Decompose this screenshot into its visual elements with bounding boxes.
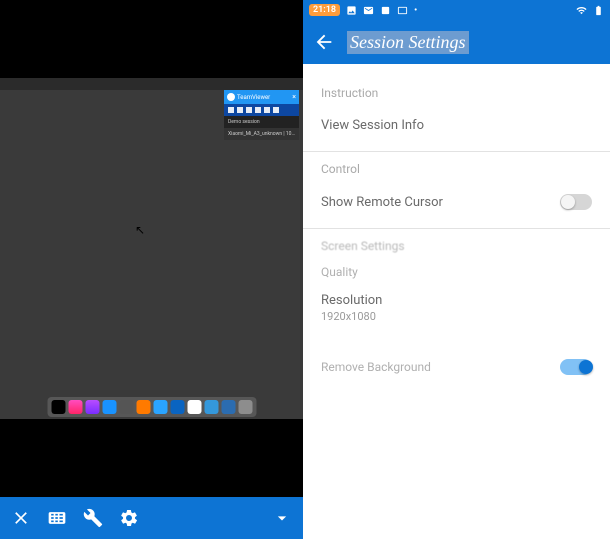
- dock-app-app-store[interactable]: [102, 400, 116, 414]
- divider: [303, 228, 610, 229]
- section-instruction: Instruction: [321, 86, 592, 100]
- mac-dock[interactable]: [47, 397, 256, 417]
- teamviewer-tab[interactable]: Xiaomi_Mi_A3_unknown | 10…: [224, 128, 299, 140]
- dock-app-apple-tv[interactable]: [51, 400, 65, 414]
- expand-button[interactable]: [271, 507, 293, 529]
- more-icon: •: [414, 5, 417, 16]
- show-remote-cursor-toggle[interactable]: [560, 194, 592, 210]
- cursor-icon: ↖: [135, 223, 145, 237]
- remove-background-toggle[interactable]: [560, 359, 592, 375]
- remove-background-row[interactable]: Remove Background: [321, 351, 592, 383]
- keyboard-icon: [47, 508, 67, 528]
- keyboard-button[interactable]: [46, 507, 68, 529]
- mail-icon: [363, 5, 374, 16]
- letterbox-bottom: [0, 419, 303, 497]
- remove-background-label: Remove Background: [321, 360, 431, 374]
- mac-menubar: [0, 78, 303, 90]
- dock-app-finder[interactable]: [153, 400, 167, 414]
- dock-app-trash[interactable]: [238, 400, 252, 414]
- window-icon: [397, 5, 408, 16]
- wifi-icon: [576, 5, 587, 16]
- settings-content: Instruction View Session Info Control Sh…: [303, 64, 610, 397]
- chevron-down-icon: [272, 508, 292, 528]
- wrench-icon: [83, 508, 103, 528]
- back-button[interactable]: [313, 31, 335, 53]
- dock-app-music[interactable]: [68, 400, 82, 414]
- teamviewer-toolbar[interactable]: [224, 104, 299, 116]
- app-icon: [380, 5, 391, 16]
- teamviewer-title: TeamViewer: [237, 94, 290, 101]
- dock-app-dropbox[interactable]: [221, 400, 235, 414]
- view-session-info-row[interactable]: View Session Info: [321, 110, 592, 141]
- section-screen-settings: Screen Settings: [321, 239, 592, 253]
- teamviewer-titlebar[interactable]: TeamViewer ×: [224, 90, 299, 104]
- gear-icon: [119, 508, 139, 528]
- show-remote-cursor-label: Show Remote Cursor: [321, 195, 443, 210]
- teamviewer-session-label: Demo session: [224, 116, 299, 128]
- page-title: Session Settings: [347, 31, 469, 54]
- settings-header: Session Settings: [303, 20, 610, 64]
- remote-desktop-view[interactable]: TeamViewer × Demo session Xiaomi_Mi_A3_u…: [0, 78, 303, 419]
- view-session-info-label: View Session Info: [321, 118, 424, 133]
- status-time: 21:18: [309, 4, 340, 16]
- show-remote-cursor-row[interactable]: Show Remote Cursor: [321, 186, 592, 218]
- resolution-value: 1920x1080: [321, 310, 592, 323]
- status-bar: 21:18 •: [303, 0, 610, 20]
- battery-icon: [593, 5, 604, 16]
- dock-app-podcasts[interactable]: [85, 400, 99, 414]
- teamviewer-logo-icon: [227, 93, 235, 101]
- letterbox-top: [0, 0, 303, 78]
- quality-label[interactable]: Quality: [321, 265, 592, 279]
- dock-app-document[interactable]: [187, 400, 201, 414]
- tools-button[interactable]: [82, 507, 104, 529]
- dock-app-teamviewer[interactable]: [170, 400, 184, 414]
- teamviewer-window[interactable]: TeamViewer × Demo session Xiaomi_Mi_A3_u…: [224, 90, 299, 140]
- image-icon: [346, 5, 357, 16]
- settings-panel: 21:18 • Session Settings Instruction Vie…: [303, 0, 610, 539]
- dock-app-settings[interactable]: [119, 400, 133, 414]
- dock-app-mail[interactable]: [204, 400, 218, 414]
- session-toolbar: [0, 497, 303, 539]
- close-icon[interactable]: ×: [292, 93, 296, 101]
- divider: [303, 151, 610, 152]
- resolution-row[interactable]: Resolution 1920x1080: [321, 293, 592, 323]
- section-control: Control: [321, 162, 592, 176]
- close-icon: [11, 508, 31, 528]
- close-button[interactable]: [10, 507, 32, 529]
- dock-app-vlc[interactable]: [136, 400, 150, 414]
- settings-button[interactable]: [118, 507, 140, 529]
- remote-desktop-panel: TeamViewer × Demo session Xiaomi_Mi_A3_u…: [0, 0, 303, 539]
- resolution-label: Resolution: [321, 293, 592, 308]
